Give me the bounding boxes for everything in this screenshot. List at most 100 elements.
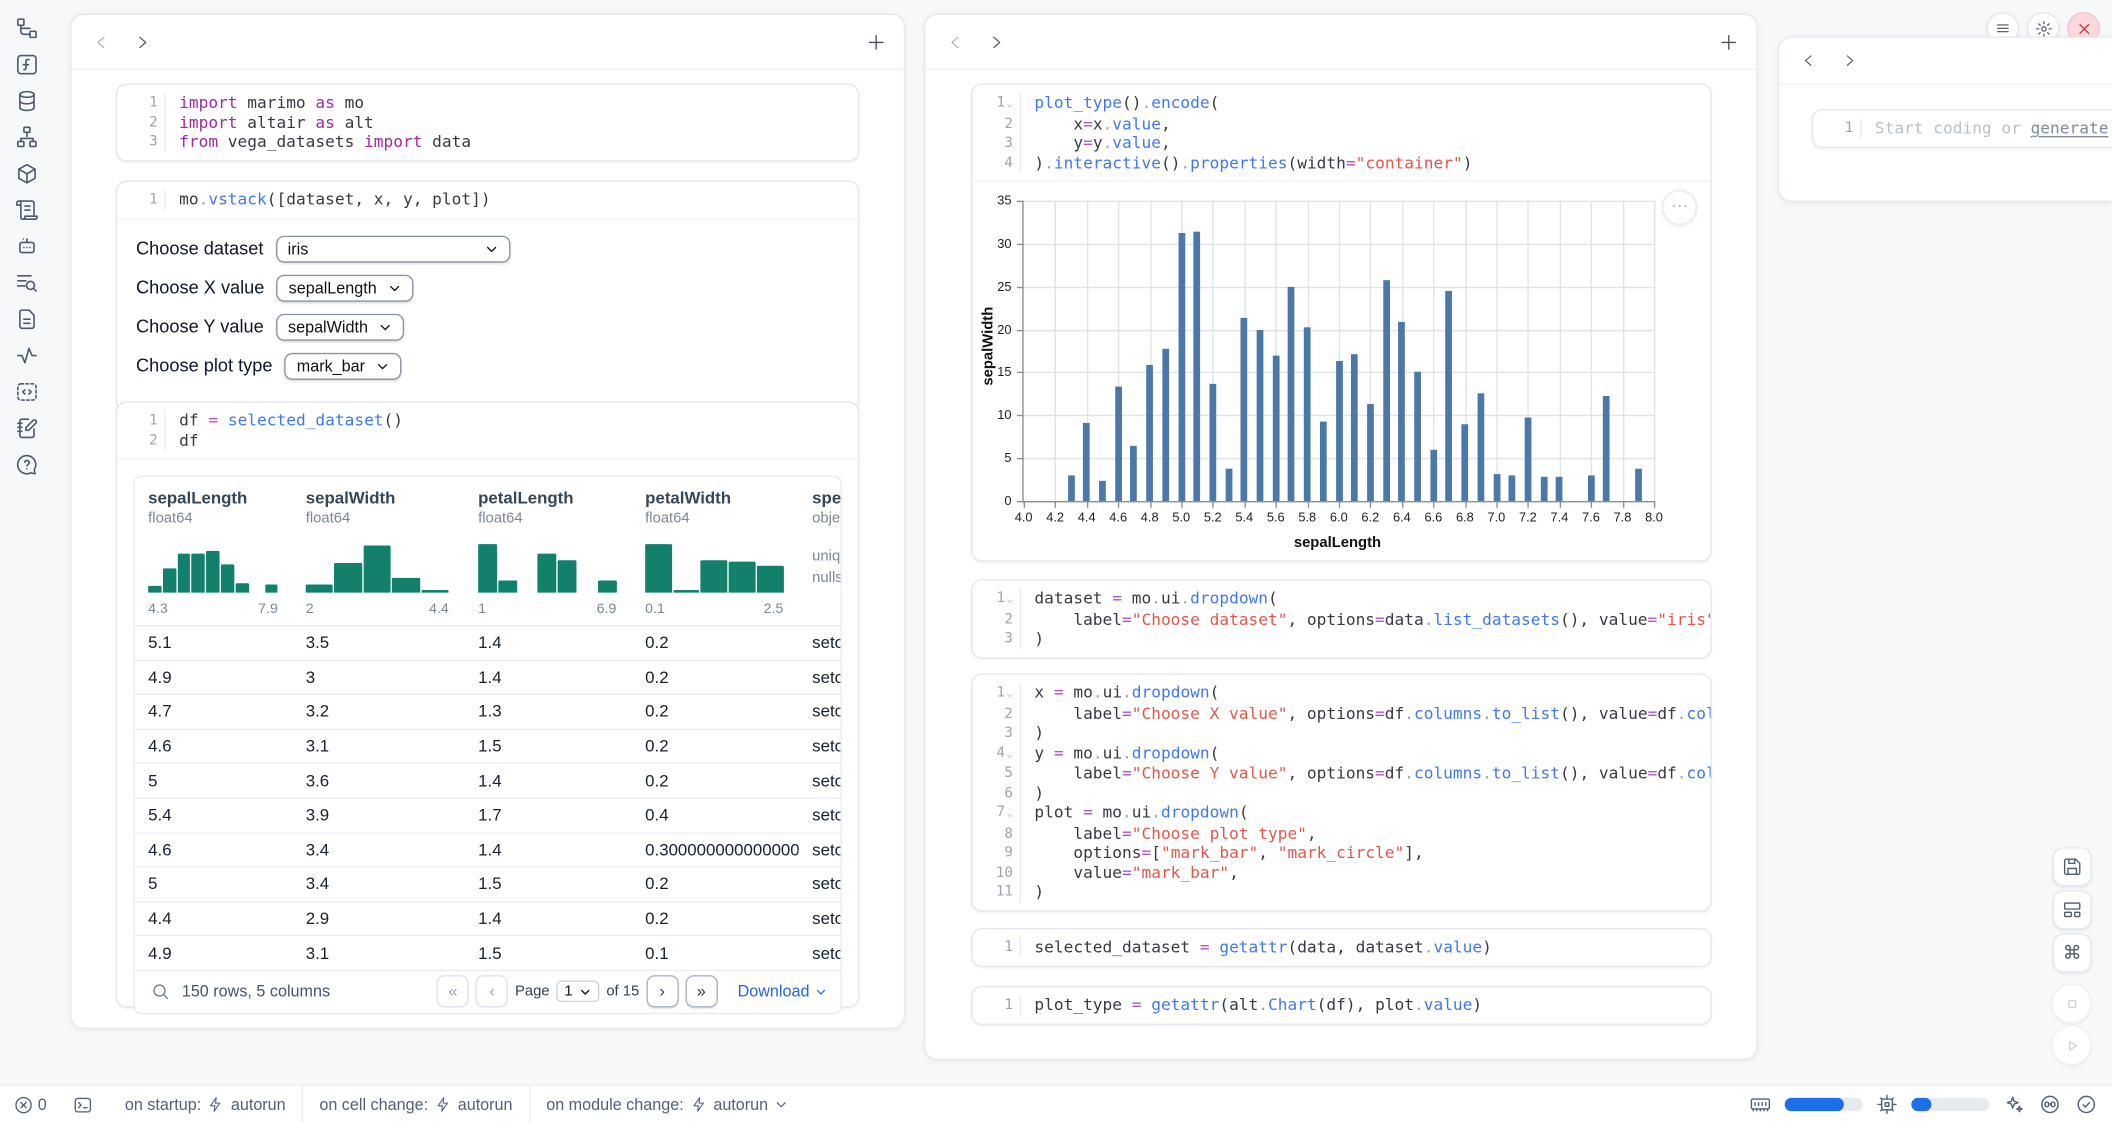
- chart-menu-button[interactable]: ⋯: [1662, 190, 1697, 225]
- dropdown-choose-plot-type[interactable]: mark_bar: [285, 352, 402, 379]
- fold-chevron-icon[interactable]: ⌄: [1006, 687, 1013, 699]
- scroll-icon[interactable]: [15, 198, 39, 222]
- run-all-button[interactable]: [2051, 1025, 2091, 1065]
- chart-bar[interactable]: [1083, 423, 1090, 501]
- vstack-code[interactable]: 1mo.vstack([dataset, x, y, plot]): [117, 182, 858, 219]
- package-icon[interactable]: [15, 162, 39, 186]
- document-icon[interactable]: [15, 307, 39, 331]
- chart-bar[interactable]: [1146, 365, 1153, 501]
- stop-button[interactable]: [2051, 983, 2091, 1023]
- command-palette-button[interactable]: ⌘: [2053, 933, 2092, 972]
- on-cell-change-setting[interactable]: on cell change: autorun: [319, 1095, 512, 1114]
- column-next-button[interactable]: [131, 31, 153, 53]
- chart-bar[interactable]: [1225, 469, 1232, 501]
- chart-bar[interactable]: [1131, 446, 1138, 501]
- dataframe-code[interactable]: 1df = selected_dataset()2df: [117, 403, 858, 460]
- next-page-button[interactable]: ›: [646, 976, 678, 1008]
- chart-bar[interactable]: [1398, 323, 1405, 501]
- code-placeholder[interactable]: Start coding or generate with: [1860, 119, 2112, 139]
- dataset-code[interactable]: 1⌄dataset = mo.ui.dropdown(2 label="Choo…: [972, 581, 1710, 657]
- column-header-species[interactable]: speciesobjectunique:nulls:: [799, 489, 841, 617]
- table-row[interactable]: 5.13.51.40.2setosa: [135, 625, 841, 659]
- chart-bar[interactable]: [1414, 372, 1421, 501]
- column-prev-button[interactable]: [90, 31, 112, 53]
- chart-bar[interactable]: [1320, 422, 1327, 501]
- chart-bar[interactable]: [1509, 475, 1516, 501]
- chart-bar[interactable]: [1194, 232, 1201, 501]
- column-header-petalWidth[interactable]: petalWidthfloat640.12.5: [632, 489, 799, 617]
- activity-icon[interactable]: [15, 343, 39, 367]
- cell-plot[interactable]: 1⌄plot_type().encode(2 x=x.value,3 y=y.v…: [971, 84, 1712, 562]
- column-header-sepalLength[interactable]: sepalLengthfloat644.37.9: [135, 489, 293, 617]
- scratchpad-icon[interactable]: [15, 416, 39, 440]
- page-select[interactable]: 1: [556, 981, 599, 1003]
- column-next-button[interactable]: [985, 31, 1007, 53]
- table-row[interactable]: 4.93.11.50.1setosa: [135, 935, 841, 969]
- table-row[interactable]: 53.61.40.2setosa: [135, 763, 841, 797]
- fold-chevron-icon[interactable]: ⌄: [1006, 97, 1013, 109]
- chart-bar[interactable]: [1635, 468, 1642, 501]
- cell-vstack[interactable]: 1mo.vstack([dataset, x, y, plot]) Choose…: [116, 180, 859, 411]
- chart-bar[interactable]: [1162, 349, 1169, 501]
- help-bubble-icon[interactable]: [15, 453, 39, 477]
- log-search-icon[interactable]: [15, 271, 39, 295]
- chart-bar[interactable]: [1446, 291, 1453, 501]
- chart-bar[interactable]: [1556, 477, 1563, 501]
- cell-dataset-dropdown[interactable]: 1⌄dataset = mo.ui.dropdown(2 label="Choo…: [971, 579, 1712, 658]
- chart-bar[interactable]: [1540, 476, 1547, 501]
- cell-selected-dataset[interactable]: 1selected_dataset = getattr(data, datase…: [971, 928, 1712, 966]
- chart-bar[interactable]: [1335, 360, 1342, 501]
- save-button[interactable]: [2053, 847, 2092, 886]
- chart-bar[interactable]: [1099, 481, 1106, 501]
- bot-chat-icon[interactable]: [15, 234, 39, 258]
- add-cell-button[interactable]: [1716, 30, 1740, 54]
- chart-bar[interactable]: [1603, 396, 1610, 501]
- chart-bar[interactable]: [1493, 474, 1500, 501]
- chart-bar[interactable]: [1525, 417, 1532, 501]
- last-page-button[interactable]: »: [685, 976, 717, 1008]
- fold-chevron-icon[interactable]: ⌄: [1006, 747, 1013, 759]
- terminal-button[interactable]: [71, 1092, 95, 1116]
- add-cell-button[interactable]: [863, 30, 887, 54]
- table-row[interactable]: 4.63.11.50.2setosa: [135, 728, 841, 762]
- chart-bar[interactable]: [1178, 233, 1185, 501]
- chart-bar[interactable]: [1115, 387, 1122, 501]
- on-module-change-setting[interactable]: on module change: autorun: [546, 1095, 788, 1114]
- copilot-button[interactable]: [2038, 1092, 2062, 1116]
- first-page-button[interactable]: «: [437, 976, 469, 1008]
- function-square-icon[interactable]: [15, 53, 39, 77]
- fold-chevron-icon[interactable]: ⌄: [1006, 807, 1013, 819]
- table-search-icon[interactable]: [148, 980, 172, 1004]
- connection-status-icon[interactable]: [2074, 1092, 2098, 1116]
- dropdown-choose-y-value[interactable]: sepalWidth: [276, 313, 404, 340]
- chart-bar[interactable]: [1304, 327, 1311, 501]
- chart-bar[interactable]: [1462, 424, 1469, 501]
- chart-bar[interactable]: [1367, 404, 1374, 501]
- imports-code[interactable]: 1import marimo as mo2import altair as al…: [117, 85, 858, 160]
- on-startup-setting[interactable]: on startup: autorun: [125, 1095, 286, 1114]
- chart-bar[interactable]: [1588, 475, 1595, 501]
- cpu-usage-meter[interactable]: [1911, 1098, 1989, 1111]
- selected-dataset-code[interactable]: 1selected_dataset = getattr(data, datase…: [972, 929, 1710, 965]
- prev-page-button[interactable]: ‹: [476, 976, 508, 1008]
- chart-plot-area[interactable]: 051015202530354.04.24.44.64.85.05.25.45.…: [1022, 201, 1654, 503]
- column-header-petalLength[interactable]: petalLengthfloat6416.9: [465, 489, 632, 617]
- table-row[interactable]: 53.41.50.2setosa: [135, 866, 841, 900]
- layout-toggle-button[interactable]: [2053, 890, 2092, 929]
- table-row[interactable]: 4.42.91.40.2setosa: [135, 901, 841, 935]
- chart-bar[interactable]: [1257, 329, 1264, 501]
- chart-bar[interactable]: [1209, 383, 1216, 501]
- table-row[interactable]: 4.931.40.2setosa: [135, 659, 841, 693]
- cell-plot-type[interactable]: 1plot_type = getattr(alt.Chart(df), plot…: [971, 986, 1712, 1024]
- file-tree-icon[interactable]: [15, 16, 39, 40]
- download-button[interactable]: Download: [738, 982, 827, 1001]
- cell-imports[interactable]: 1import marimo as mo2import altair as al…: [116, 84, 859, 161]
- scratchpad-prev-button[interactable]: [1798, 50, 1820, 72]
- ai-sparkles-button[interactable]: [2001, 1092, 2025, 1116]
- xy-dropdowns-code[interactable]: 1⌄x = mo.ui.dropdown(2 label="Choose X v…: [972, 675, 1710, 910]
- chart-bar[interactable]: [1477, 394, 1484, 501]
- dropdown-choose-x-value[interactable]: sepalLength: [277, 274, 414, 301]
- chart-bar[interactable]: [1383, 280, 1390, 501]
- database-icon[interactable]: [15, 89, 39, 113]
- plot-type-code[interactable]: 1plot_type = getattr(alt.Chart(df), plot…: [972, 987, 1710, 1023]
